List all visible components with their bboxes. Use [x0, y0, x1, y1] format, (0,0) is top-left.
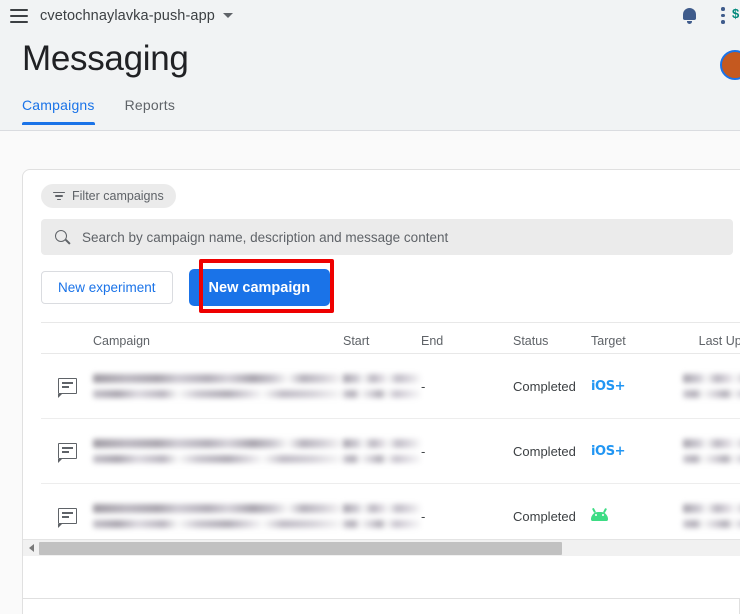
status-cell: Completed [513, 379, 591, 394]
column-header-status[interactable]: Status [513, 334, 591, 348]
status-cell: Completed [513, 509, 591, 524]
content-area: Filter campaigns Search by campaign name… [0, 131, 740, 614]
top-bar: cvetochnaylavka-push-app $ [0, 0, 740, 31]
message-icon [58, 508, 77, 524]
last-updated-cell [683, 504, 740, 528]
action-button-row: New experiment New campaign [41, 269, 740, 306]
column-header-start[interactable]: Start [343, 334, 421, 348]
start-cell [343, 374, 421, 398]
message-icon [58, 378, 77, 394]
redacted-campaign-title [93, 439, 343, 448]
redacted-last-updated-time [683, 455, 740, 463]
column-header-last-updated[interactable]: Last Updated [683, 334, 740, 348]
filter-icon [53, 190, 65, 203]
message-icon [58, 443, 77, 459]
tab-bar: Campaigns Reports [22, 97, 175, 125]
search-placeholder: Search by campaign name, description and… [82, 230, 448, 245]
ios-icon: iOS+ [591, 444, 625, 459]
top-bar-actions: $ [672, 0, 740, 31]
chevron-down-icon[interactable] [223, 13, 233, 18]
notifications-button[interactable] [672, 0, 706, 31]
bell-icon [682, 8, 697, 24]
redacted-start-date [343, 439, 421, 448]
row-type-cell [41, 378, 93, 394]
avatar[interactable] [720, 50, 740, 80]
redacted-last-updated-time [683, 390, 740, 398]
target-cell: iOS+ [591, 443, 683, 459]
redacted-start-time [343, 520, 421, 528]
target-cell: iOS+ [591, 378, 683, 394]
redacted-campaign-subtitle [93, 390, 343, 398]
page-header: Messaging Campaigns Reports [0, 31, 740, 131]
search-icon [55, 230, 70, 245]
target-cell [591, 508, 683, 524]
last-updated-cell [683, 439, 740, 463]
redacted-campaign-subtitle [93, 520, 343, 528]
end-cell: - [421, 379, 513, 394]
redacted-start-date [343, 374, 421, 383]
table-header-row: Campaign Start End Status Target Last Up… [41, 322, 740, 354]
redacted-campaign-title [93, 374, 343, 383]
new-campaign-button[interactable]: New campaign [189, 269, 331, 306]
row-type-cell [41, 443, 93, 459]
edge-partial-icon[interactable]: $ [732, 6, 740, 21]
filter-campaigns-chip[interactable]: Filter campaigns [41, 184, 176, 208]
table-footer: 0/10 Recurring notifications ? [22, 599, 740, 614]
android-icon [591, 508, 608, 521]
scrollbar-thumb[interactable] [39, 542, 562, 555]
chevron-left-icon[interactable] [23, 540, 39, 557]
three-dots-vertical-icon [721, 7, 725, 24]
page-title: Messaging [22, 39, 189, 79]
redacted-campaign-title [93, 504, 343, 513]
redacted-last-updated-date [683, 504, 740, 513]
status-cell: Completed [513, 444, 591, 459]
last-updated-cell [683, 374, 740, 398]
campaigns-card: Filter campaigns Search by campaign name… [22, 169, 740, 599]
app-root: cvetochnaylavka-push-app $ Messaging Cam… [0, 0, 740, 614]
table-row[interactable]: - Completed iOS+ [41, 419, 740, 484]
card-toolbar: Filter campaigns Search by campaign name… [23, 170, 740, 549]
campaign-name-cell[interactable] [93, 504, 343, 528]
horizontal-scrollbar[interactable] [23, 539, 740, 556]
column-header-campaign[interactable]: Campaign [93, 334, 343, 348]
redacted-campaign-subtitle [93, 455, 343, 463]
hamburger-menu-icon[interactable] [10, 9, 28, 23]
redacted-start-time [343, 390, 421, 398]
new-experiment-button[interactable]: New experiment [41, 271, 173, 304]
redacted-last-updated-time [683, 520, 740, 528]
column-header-end[interactable]: End [421, 334, 513, 348]
ios-icon: iOS+ [591, 379, 625, 394]
search-input[interactable]: Search by campaign name, description and… [41, 219, 733, 255]
project-name[interactable]: cvetochnaylavka-push-app [40, 8, 215, 24]
campaign-name-cell[interactable] [93, 439, 343, 463]
start-cell [343, 504, 421, 528]
table-row[interactable]: - Completed iOS+ [41, 354, 740, 419]
tab-reports[interactable]: Reports [125, 97, 175, 125]
end-cell: - [421, 509, 513, 524]
redacted-last-updated-date [683, 374, 740, 383]
campaign-name-cell[interactable] [93, 374, 343, 398]
filter-chip-label: Filter campaigns [72, 189, 164, 203]
redacted-start-time [343, 455, 421, 463]
tab-campaigns[interactable]: Campaigns [22, 97, 95, 125]
end-cell: - [421, 444, 513, 459]
redacted-last-updated-date [683, 439, 740, 448]
start-cell [343, 439, 421, 463]
redacted-start-date [343, 504, 421, 513]
row-type-cell [41, 508, 93, 524]
campaigns-table: Campaign Start End Status Target Last Up… [41, 322, 740, 549]
column-header-target[interactable]: Target [591, 334, 683, 348]
